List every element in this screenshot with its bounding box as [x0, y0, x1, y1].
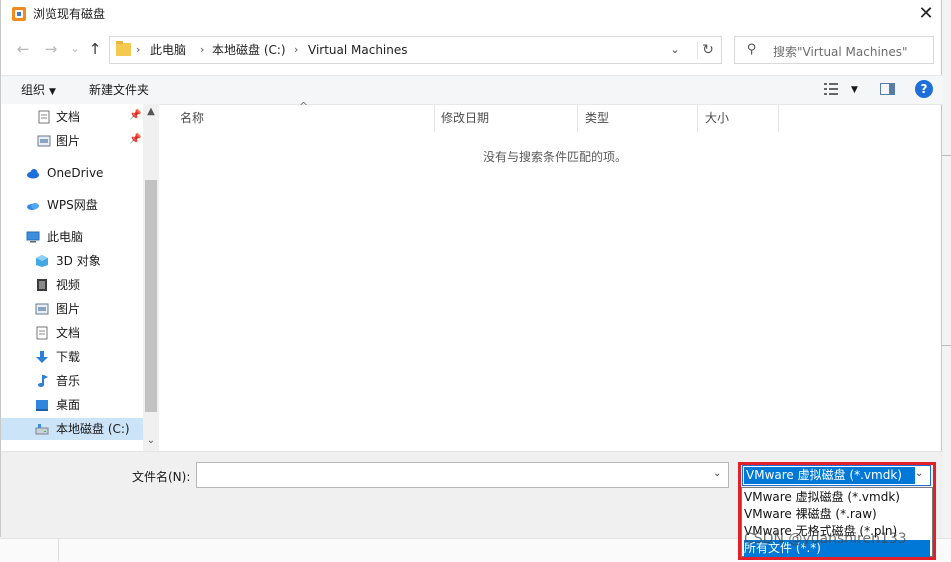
- column-divider[interactable]: [778, 104, 779, 132]
- forward-button[interactable]: →: [41, 38, 61, 60]
- new-folder-button[interactable]: 新建文件夹: [89, 82, 149, 98]
- column-header-size[interactable]: 大小: [705, 104, 729, 132]
- breadcrumb-separator: ›: [294, 43, 299, 56]
- column-header-name[interactable]: 名称: [180, 104, 204, 132]
- video-icon: [37, 279, 47, 291]
- browse-disk-dialog: 浏览现有磁盘 ✕ ← → ⌄ ↑ › 此电脑 › 本地磁盘 (C:) › Vir…: [0, 0, 943, 538]
- filter-dropdown-icon[interactable]: ⌄: [915, 468, 923, 479]
- command-toolbar: 组织 ▼ 新建文件夹 ▼ ?: [1, 75, 943, 105]
- sidebar-item-desktop[interactable]: 桌面: [1, 394, 143, 416]
- wps-cloud-icon: [27, 203, 39, 210]
- up-button[interactable]: ↑: [85, 38, 105, 60]
- sidebar-item-music[interactable]: 音乐: [1, 370, 143, 392]
- help-icon[interactable]: ?: [915, 80, 933, 98]
- file-type-filter-value: VMware 虚拟磁盘 (*.vmdk): [744, 467, 915, 484]
- window-title: 浏览现有磁盘: [33, 7, 106, 21]
- pin-icon: 📌: [129, 110, 142, 121]
- background-divider: [58, 538, 59, 561]
- scroll-up-icon[interactable]: ▲: [143, 106, 159, 117]
- download-icon: [36, 351, 48, 363]
- column-header-date-modified[interactable]: 修改日期: [441, 104, 489, 132]
- pin-icon: 📌: [129, 134, 142, 145]
- sidebar-item-3d-objects[interactable]: 3D 对象: [1, 250, 143, 272]
- sidebar-item-local-disk-c[interactable]: 本地磁盘 (C:): [1, 418, 143, 440]
- navigation-pane: 文档 📌 图片 📌 OneDrive WPS网盘 此电脑 3D 对象 视频 图片…: [1, 104, 159, 451]
- filter-option-raw[interactable]: VMware 裸磁盘 (*.raw): [744, 506, 930, 523]
- drive-icon: [35, 424, 49, 435]
- sidebar-item-documents-pinned[interactable]: 文档 📌: [1, 106, 143, 128]
- view-options-icon[interactable]: [824, 83, 838, 95]
- filename-label: 文件名(N):: [132, 470, 191, 484]
- computer-icon: [26, 231, 40, 243]
- navigation-scrollbar-thumb[interactable]: [145, 180, 157, 412]
- recent-locations-button[interactable]: ⌄: [65, 38, 85, 60]
- address-bar[interactable]: › 此电脑 › 本地磁盘 (C:) › Virtual Machines ⌄ ↻: [109, 36, 722, 64]
- search-icon: ⚲: [747, 42, 757, 57]
- filename-input[interactable]: [196, 462, 729, 488]
- breadcrumb-virtual-machines[interactable]: Virtual Machines: [308, 42, 408, 58]
- sidebar-item-wps-cloud[interactable]: WPS网盘: [1, 194, 143, 216]
- pictures-icon: [37, 135, 51, 147]
- filter-option-vmdk[interactable]: VMware 虚拟磁盘 (*.vmdk): [744, 489, 930, 506]
- breadcrumb-local-disk-c[interactable]: 本地磁盘 (C:): [212, 42, 286, 58]
- organize-button[interactable]: 组织 ▼: [21, 82, 56, 100]
- back-button[interactable]: ←: [13, 38, 33, 60]
- music-icon: [38, 375, 48, 387]
- sidebar-item-pictures[interactable]: 图片: [1, 298, 143, 320]
- column-divider[interactable]: [434, 104, 435, 132]
- sidebar-item-videos[interactable]: 视频: [1, 274, 143, 296]
- document-icon: [36, 326, 48, 340]
- file-type-filter-select[interactable]: VMware 虚拟磁盘 (*.vmdk) ⌄: [742, 465, 931, 486]
- sort-ascending-icon: ^: [299, 100, 309, 113]
- close-icon[interactable]: ✕: [913, 2, 939, 26]
- csdn-watermark: CSDN @yuanshiren133: [744, 531, 907, 547]
- vmware-app-icon: [12, 7, 26, 21]
- sidebar-item-downloads[interactable]: 下载: [1, 346, 143, 368]
- sidebar-item-documents[interactable]: 文档: [1, 322, 143, 344]
- breadcrumb-separator: ›: [136, 43, 141, 56]
- sidebar-item-this-pc[interactable]: 此电脑: [1, 226, 143, 248]
- view-dropdown-icon[interactable]: ▼: [851, 82, 858, 98]
- column-header-type[interactable]: 类型: [585, 104, 609, 132]
- address-dropdown-icon[interactable]: ⌄: [666, 41, 684, 59]
- cloud-icon: [27, 169, 39, 179]
- breadcrumb-this-pc[interactable]: 此电脑: [150, 42, 186, 58]
- desktop-icon: [36, 400, 48, 411]
- document-icon: [38, 110, 50, 124]
- empty-results-message: 没有与搜索条件匹配的项。: [483, 150, 628, 164]
- scroll-down-icon[interactable]: ⌄: [143, 435, 159, 446]
- column-divider[interactable]: [697, 104, 698, 132]
- breadcrumb-separator: ›: [200, 43, 205, 56]
- preview-pane-icon[interactable]: [880, 83, 895, 95]
- 3d-objects-icon: [36, 255, 48, 267]
- pictures-icon: [35, 303, 49, 315]
- sidebar-item-pictures-pinned[interactable]: 图片 📌: [1, 130, 143, 152]
- filename-dropdown-icon[interactable]: ⌄: [713, 468, 721, 479]
- search-box[interactable]: ⚲ 搜索"Virtual Machines": [734, 36, 934, 64]
- sidebar-item-onedrive[interactable]: OneDrive: [1, 162, 143, 184]
- caret-down-icon: ▼: [49, 87, 56, 97]
- refresh-icon[interactable]: ↻: [697, 41, 718, 59]
- folder-icon: [116, 41, 131, 56]
- search-placeholder: 搜索"Virtual Machines": [773, 45, 908, 59]
- column-divider[interactable]: [577, 104, 578, 132]
